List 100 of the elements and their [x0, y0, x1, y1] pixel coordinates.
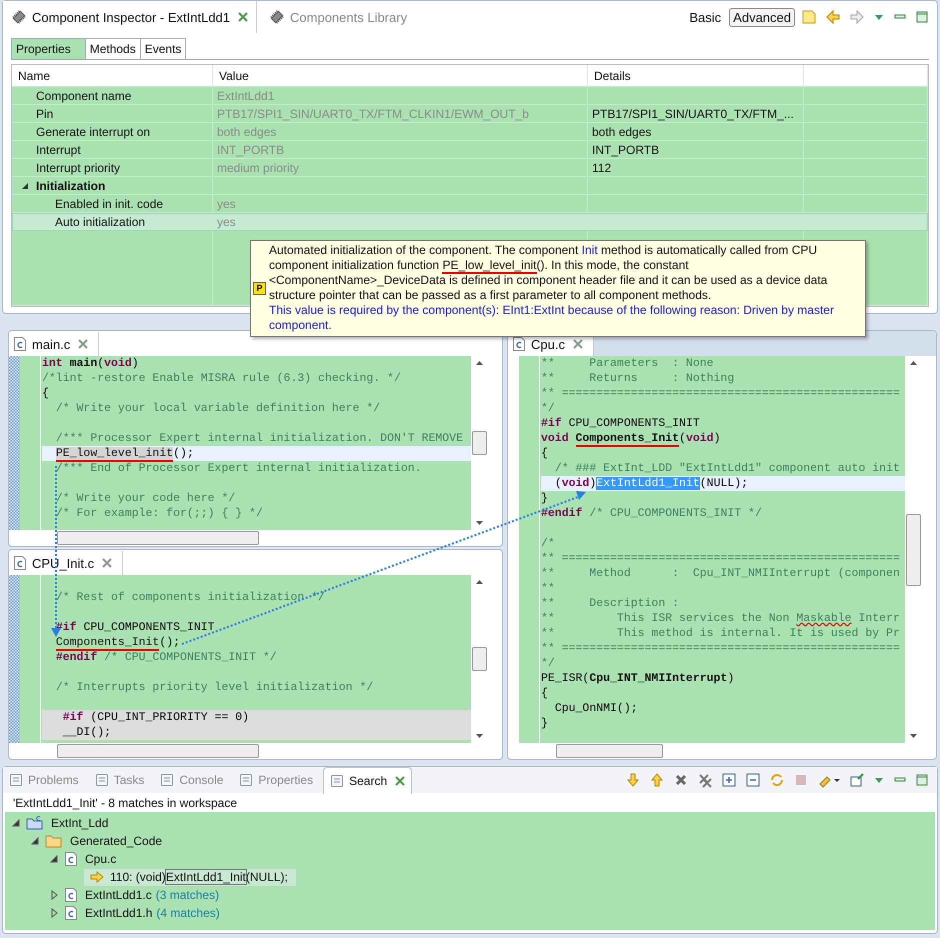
editor-tab[interactable]: CPU_Init.c	[9, 551, 124, 575]
table-row[interactable]: Interrupt priority medium priority 112	[12, 159, 928, 177]
property-name: Initialization	[36, 178, 106, 192]
close-icon[interactable]	[78, 339, 88, 349]
property-value: yes	[217, 214, 236, 228]
expand-all-icon[interactable]	[721, 772, 737, 788]
close-icon[interactable]	[572, 339, 583, 349]
table-row[interactable]: Interrupt INT_PORTB INT_PORTB	[12, 141, 928, 159]
scroll-thumb[interactable]	[57, 744, 259, 758]
code-line: /*** End of Processor Expert internal initialization.	[54, 461, 423, 476]
expander-icon[interactable]	[49, 908, 59, 918]
code-line: }	[541, 716, 549, 731]
column-header[interactable]: Details	[588, 65, 804, 87]
scroll-thumb[interactable]	[472, 647, 487, 671]
search-summary: 'ExtIntLdd1_Init' - 8 matches in workspace	[12, 795, 238, 812]
code-line: Components_Init();	[54, 635, 182, 650]
code-line: */	[541, 401, 556, 416]
code-line: ** =================================================	[541, 386, 901, 401]
expander-icon[interactable]	[49, 890, 59, 900]
tree-item[interactable]: ExtIntLdd1.c	[83, 888, 154, 902]
code-line: /* Interrupts priority level initialization */	[54, 680, 374, 695]
code-line: /*lint -restore Enable MISRA rule (6.3) checking. */	[42, 371, 402, 386]
refresh-icon[interactable]	[769, 772, 785, 788]
remove-icon[interactable]	[673, 772, 689, 788]
property-name: Auto initialization	[55, 214, 146, 228]
search-match[interactable]: 110: (void)ExtIntLdd1_Init(NULL);	[83, 868, 297, 886]
c-file-icon	[512, 336, 526, 352]
code-line: ** Method : Cpu_INT_NMIInterrupt (componen	[541, 566, 901, 581]
code-editor[interactable]	[41, 356, 471, 530]
property-value: both edges	[217, 124, 276, 138]
mode-button[interactable]: Advanced	[729, 8, 795, 26]
view-tab[interactable]: Components Library	[261, 1, 416, 33]
code-line: */	[541, 656, 556, 671]
code-line: #endif /* CPU_COMPONENTS_INIT */	[54, 650, 278, 665]
table-row[interactable]: Auto initialization yes	[12, 213, 928, 231]
up-arrow-icon[interactable]	[649, 772, 665, 788]
code-line: ** Parameters : None	[541, 356, 715, 371]
close-icon[interactable]	[102, 558, 112, 568]
subtab[interactable]: Events	[140, 38, 186, 59]
expander-icon[interactable]	[20, 180, 30, 190]
property-name: Interrupt priority	[36, 160, 120, 174]
table-row[interactable]: Initialization	[12, 177, 928, 195]
view-tab[interactable]: Component Inspector - ExtIntLdd1	[3, 1, 258, 33]
view-tab[interactable]: Search	[323, 766, 412, 794]
tree-item[interactable]: ExtIntLdd1.h	[83, 906, 154, 920]
property-name: Component name	[36, 88, 132, 102]
tree-item[interactable]: Generated_Code	[68, 834, 164, 848]
maximize-icon[interactable]	[915, 772, 929, 788]
scroll-thumb[interactable]	[57, 531, 259, 545]
table-row[interactable]: Generate interrupt on both edges both edges	[12, 123, 928, 141]
code-line: ** This method is internal. It is used by Pr	[541, 626, 901, 641]
code-line: /* ### ExtInt_LDD "ExtIntLdd1" component auto init	[554, 461, 901, 476]
c-file-icon	[64, 851, 78, 867]
project-folder-icon	[26, 815, 44, 831]
property-details: both edges	[592, 124, 652, 138]
code-line: /* Write your code here */	[54, 491, 236, 506]
tree-item[interactable]: Cpu.c	[83, 852, 118, 866]
tooltip-description: Automated initialization of the component. The component Init method is automatically called from CPU component initialization function PE_low_level_init(). In this mode, the constant <ComponentName>_DeviceData is defined in component header file and it can be used as a device data structure pointer that can be passed as a first parameter to all component methods.	[269, 243, 828, 303]
code-editor[interactable]	[540, 356, 905, 743]
arrow-icon	[90, 871, 104, 883]
forward-arrow-icon[interactable]	[849, 9, 865, 25]
expander-icon[interactable]	[30, 836, 40, 846]
property-name: Pin	[36, 106, 54, 120]
property-details: PTB17/SPI1_SIN/UART0_TX/FTM_...	[592, 106, 794, 120]
remove-all-icon[interactable]	[697, 772, 713, 788]
expander-icon[interactable]	[11, 818, 21, 828]
down-arrow-icon[interactable]	[625, 772, 641, 788]
scroll-thumb[interactable]	[472, 431, 487, 455]
note-icon[interactable]	[801, 9, 817, 25]
subtab[interactable]: Properties	[11, 38, 86, 59]
c-file-icon	[13, 555, 27, 571]
close-icon[interactable]	[238, 12, 248, 22]
tree-item[interactable]: ExtInt_Ldd	[49, 816, 110, 830]
expander-icon[interactable]	[49, 854, 59, 864]
property-name: Interrupt	[36, 142, 81, 156]
back-arrow-icon[interactable]	[825, 9, 841, 25]
column-header[interactable]: Value	[213, 65, 588, 87]
close-icon[interactable]	[395, 776, 406, 786]
mode-button[interactable]: Basic	[685, 8, 726, 26]
folder-icon	[45, 833, 63, 849]
match-count: (4 matches)	[156, 906, 220, 920]
property-details: INT_PORTB	[592, 142, 660, 156]
maximize-icon[interactable]	[915, 9, 929, 25]
code-line: /*	[541, 536, 556, 551]
editor-tab[interactable]: main.c	[9, 332, 100, 356]
collapse-all-icon[interactable]	[745, 772, 761, 788]
code-line: ** Description :	[541, 596, 680, 611]
c-file-icon	[13, 336, 27, 352]
code-line: {	[541, 446, 549, 461]
property-name: Enabled in init. code	[55, 196, 164, 210]
pin-icon[interactable]	[849, 772, 865, 788]
tooltip-note: This value is required by the component(s): EInt1:ExtInt because of the following reason: Driven by master component.	[269, 303, 835, 333]
scroll-thumb[interactable]	[556, 744, 663, 758]
property-details: 112	[592, 160, 612, 174]
property-badge: P	[253, 282, 266, 294]
table-row[interactable]: Pin PTB17/SPI1_SIN/UART0_TX/FTM_CLKIN1/EWM_OUT_b PTB17/SPI1_SIN/UART0_TX/FTM_...	[12, 105, 928, 123]
table-row[interactable]: Component name ExtIntLdd1	[12, 87, 928, 105]
code-line: ** =================================================	[541, 551, 901, 566]
scroll-thumb[interactable]	[906, 514, 921, 586]
column-header[interactable]: Name	[12, 65, 213, 87]
